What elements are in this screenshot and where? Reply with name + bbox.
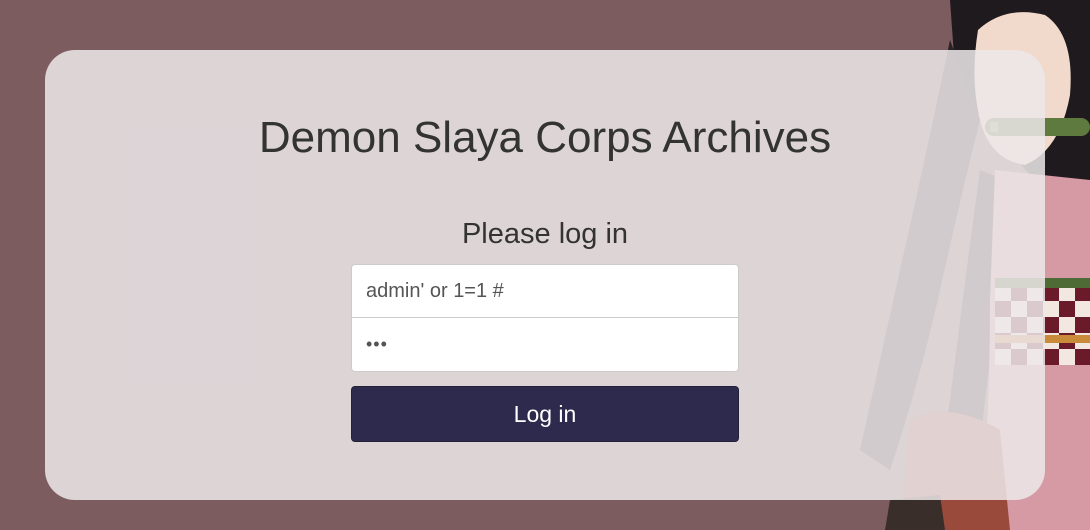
username-input[interactable]: [351, 264, 739, 318]
page-title: Demon Slaya Corps Archives: [258, 113, 832, 162]
login-button[interactable]: Log in: [351, 386, 739, 442]
login-card: Demon Slaya Corps Archives Please log in…: [45, 50, 1045, 500]
login-prompt: Please log in: [461, 218, 629, 250]
password-input[interactable]: [351, 318, 739, 372]
